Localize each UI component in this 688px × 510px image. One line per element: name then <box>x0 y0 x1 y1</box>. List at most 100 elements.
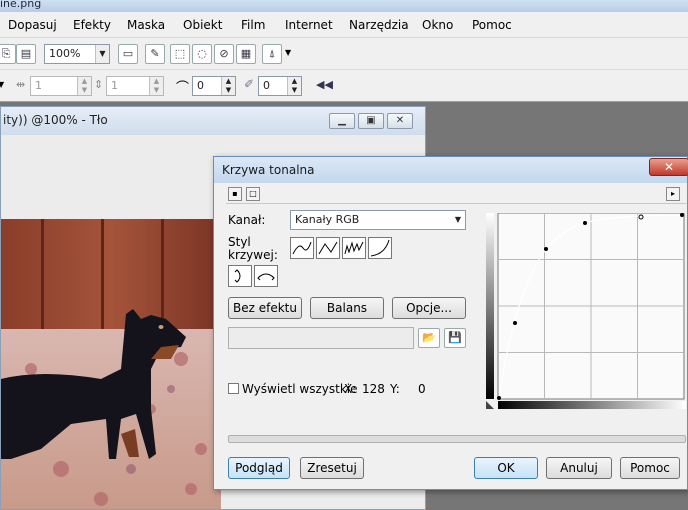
monitor-icon[interactable]: ▭ <box>118 44 138 64</box>
no-effect-button[interactable]: Bez efektu <box>228 297 302 319</box>
zoom-value: 100% <box>49 47 81 60</box>
width-field[interactable]: 1 ▲ ▼ <box>30 76 92 96</box>
dog-photo <box>1 219 221 509</box>
curve-point[interactable] <box>513 321 517 325</box>
width-icon: ⇹ <box>16 78 26 91</box>
menu-film[interactable]: Film <box>241 18 265 32</box>
main-toolbar: ⎘ ▤ 100% ▼ ▭ ✎ ⬚ ◌ ⊘ ▦ ⍋ ▼ <box>0 38 688 70</box>
menu-efekty[interactable]: Efekty <box>73 18 111 32</box>
progress-bar <box>228 435 686 443</box>
corner-triangle-icon <box>486 401 494 409</box>
flip-vertical-button[interactable] <box>228 265 252 287</box>
x-value: 128 <box>362 382 385 396</box>
dialog-title-bar: Krzywa tonalna ✕ <box>214 157 688 183</box>
curve-point[interactable] <box>583 221 587 225</box>
radius-field[interactable]: 0 ▲ ▼ <box>192 76 236 96</box>
balance-button[interactable]: Balans <box>310 297 384 319</box>
chevron-down-icon: ▼ <box>451 211 465 229</box>
height-value: 1 <box>111 79 118 92</box>
app-title: ine.png <box>0 0 42 10</box>
feather-icon: ✐ <box>244 77 255 91</box>
save-disk-icon[interactable]: 💾 <box>444 328 466 348</box>
curve-style-linear-button[interactable] <box>316 237 340 259</box>
dropdown-arrow-icon[interactable]: ▼ <box>285 48 291 57</box>
lasso-icon[interactable]: ◌ <box>192 44 212 64</box>
curve-point-selected[interactable] <box>638 214 644 220</box>
spinner-icon: ▲ ▼ <box>77 77 91 95</box>
linear-curve-icon <box>318 241 338 255</box>
zoom-select[interactable]: 100% ▼ <box>44 44 110 64</box>
style-label-2: krzywej: <box>228 248 278 262</box>
height-icon: ⇕ <box>94 78 104 91</box>
menu-pomoc[interactable]: Pomoc <box>472 18 512 32</box>
show-all-checkbox[interactable] <box>228 383 239 394</box>
curve-point[interactable] <box>544 247 548 251</box>
curve-style-spline-button[interactable] <box>290 237 314 259</box>
mask-icon[interactable]: ⊘ <box>214 44 234 64</box>
menu-narzedzia[interactable]: Narzędzia <box>349 18 409 32</box>
copy-icon[interactable]: ⎘ <box>0 44 16 64</box>
cancel-button[interactable]: Anuluj <box>546 457 612 479</box>
menu-okno[interactable]: Okno <box>422 18 453 32</box>
bell-icon[interactable]: ⍋ <box>262 44 282 64</box>
gamma-curve-icon <box>370 239 390 257</box>
curve-point[interactable] <box>497 396 501 400</box>
help-button[interactable]: Pomoc <box>620 457 680 479</box>
minimize-icon[interactable]: ▁ <box>329 113 355 129</box>
y-label: Y: <box>390 382 400 396</box>
height-field[interactable]: 1 ▲ ▼ <box>106 76 164 96</box>
document-title: ity)) @100% - Tło <box>3 113 108 127</box>
width-value: 1 <box>35 79 42 92</box>
preview-button[interactable]: Podgląd <box>228 457 290 479</box>
dropdown-arrow-icon[interactable]: ▼ <box>0 80 4 89</box>
flip-horizontal-button[interactable] <box>254 265 278 287</box>
show-all-label: Wyświetl wszystkie <box>242 382 358 396</box>
close-icon[interactable]: ✕ <box>649 158 688 176</box>
input-gradient-bar <box>486 213 494 399</box>
document-title-bar: ity)) @100% - Tło ▁ ▣ ✕ <box>1 107 425 135</box>
paint-icon[interactable]: ✎ <box>145 44 165 64</box>
curve-style-freehand-button[interactable] <box>342 237 366 259</box>
channel-select[interactable]: Kanały RGB ▼ <box>290 210 466 230</box>
spinner-icon: ▲ ▼ <box>149 77 163 95</box>
select-icon[interactable]: ⬚ <box>170 44 190 64</box>
menu-dopasuj[interactable]: Dopasuj <box>8 18 57 32</box>
dialog-title: Krzywa tonalna <box>222 163 315 177</box>
collapse-icon[interactable]: ◀◀ <box>316 78 333 91</box>
freehand-curve-icon <box>344 241 364 255</box>
paste-icon[interactable]: ▤ <box>16 44 36 64</box>
open-folder-icon[interactable]: 📂 <box>418 328 440 348</box>
menu-maska[interactable]: Maska <box>127 18 165 32</box>
curve-graph[interactable] <box>486 213 686 409</box>
style-label-1: Styl <box>228 235 251 249</box>
flip-horizontal-icon <box>257 273 275 281</box>
menu-internet[interactable]: Internet <box>285 18 333 32</box>
curve-point[interactable] <box>680 213 684 217</box>
spinner-icon: ▲ ▼ <box>221 77 235 95</box>
spinner-icon: ▲ ▼ <box>287 77 301 95</box>
spline-curve-icon <box>292 241 312 255</box>
channel-label: Kanał: <box>228 213 266 227</box>
divider <box>226 203 686 204</box>
menu-obiekt[interactable]: Obiekt <box>183 18 222 32</box>
restore-icon[interactable]: ▣ <box>358 113 384 129</box>
grid-icon[interactable]: ▦ <box>236 44 256 64</box>
corner-radius-icon: ⌒ <box>176 81 190 96</box>
options-toolbar: ▼ ⇹ 1 ▲ ▼ ⇕ 1 ▲ ▼ ⌒ 0 ▲ ▼ ✐ 0 ▲ ▼ ◀◀ <box>0 70 688 102</box>
feather-value: 0 <box>263 79 270 92</box>
preset-field[interactable] <box>228 327 414 349</box>
x-label: X: <box>344 382 357 396</box>
expand-arrow-icon[interactable]: ▸ <box>666 187 680 201</box>
options-button[interactable]: Opcje... <box>392 297 466 319</box>
curves-dialog: Krzywa tonalna ✕ ▪ □ ▸ Kanał: Kanały RGB… <box>213 156 688 490</box>
ok-button[interactable]: OK <box>474 457 538 479</box>
curve-style-gamma-button[interactable] <box>368 237 392 259</box>
channel-value: Kanały RGB <box>295 213 360 226</box>
reset-button[interactable]: Zresetuj <box>300 457 364 479</box>
feather-field[interactable]: 0 ▲ ▼ <box>258 76 302 96</box>
output-gradient-bar <box>498 401 686 409</box>
large-view-icon[interactable]: □ <box>246 187 260 201</box>
menu-bar: Dopasuj Efekty Maska Obiekt Film Interne… <box>0 12 688 38</box>
close-icon[interactable]: ✕ <box>387 113 413 129</box>
small-view-icon[interactable]: ▪ <box>228 187 242 201</box>
